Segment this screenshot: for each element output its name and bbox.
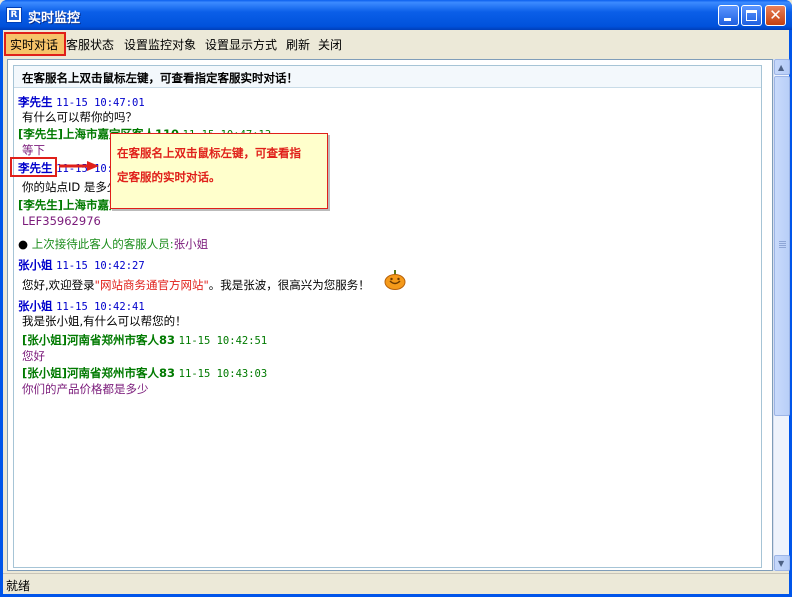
menu-bar: 实时对话 客服状态 设置监控对象 设置显示方式 刷新 关闭 — [3, 30, 789, 57]
message-text: LEF35962976 — [22, 214, 101, 228]
agent-name[interactable]: 张小姐 — [18, 258, 53, 272]
tooltip-line: 定客服的实时对话。 — [117, 170, 221, 184]
message-text: 等下 — [22, 143, 45, 157]
minimize-button[interactable] — [718, 5, 739, 26]
vertical-scrollbar[interactable]: ▲ ▼ — [773, 59, 790, 571]
message-header: [张小姐]河南省郑州市客人83 11-15 10:43:03 — [22, 365, 267, 381]
agent-name[interactable]: 李先生 — [18, 95, 53, 109]
message-header: 张小姐 11-15 10:42:27 — [18, 257, 145, 273]
scroll-thumb[interactable] — [774, 76, 790, 416]
site-name-link[interactable]: "网站商务通官方网站" — [95, 278, 209, 292]
chevron-up-icon: ▲ — [778, 63, 785, 72]
menu-item-agent-status[interactable]: 客服状态 — [66, 36, 114, 52]
close-button[interactable]: ✕ — [765, 5, 786, 26]
maximize-button[interactable] — [741, 5, 762, 26]
message-header: [张小姐]河南省郑州市客人83 11-15 10:42:51 — [22, 332, 267, 348]
message-header: 李先生 11-15 10:47:01 — [18, 94, 145, 110]
timestamp: 11-15 10:42:27 — [56, 260, 145, 272]
message-text-part: 您好,欢迎登录 — [22, 278, 95, 292]
main-window: R 实时监控 ✕ 实时对话 客服状态 设置监控对象 设置显示方式 刷新 关闭 在… — [0, 0, 792, 597]
message-text: 你们的产品价格都是多少 — [22, 382, 149, 396]
pumpkin-emoticon-icon — [384, 270, 406, 290]
timestamp: 11-15 10:43:03 — [178, 368, 268, 380]
scroll-down-button[interactable]: ▼ — [774, 555, 790, 571]
title-bar[interactable]: R 实时监控 ✕ — [0, 0, 792, 30]
bullet-icon: ● — [18, 237, 29, 251]
menu-item-close[interactable]: 关闭 — [318, 36, 342, 52]
menu-item-refresh[interactable]: 刷新 — [286, 36, 310, 52]
message-text: 有什么可以帮你的吗？ — [22, 110, 137, 124]
tooltip-line: 在客服名上双击鼠标左键，可查看指 — [117, 146, 301, 160]
menu-item-set-monitor-target[interactable]: 设置监控对象 — [124, 36, 196, 52]
scroll-up-button[interactable]: ▲ — [774, 59, 790, 75]
menu-item-realtime-chat[interactable]: 实时对话 — [10, 36, 58, 52]
timestamp: 11-15 10:42:41 — [56, 301, 145, 313]
message-text: 你的站点ID 是多少 — [22, 180, 119, 194]
window-body: 实时对话 客服状态 设置监控对象 设置显示方式 刷新 关闭 在客服名上双击鼠标左… — [3, 30, 790, 594]
previous-agent-note: ● 上次接待此客人的客服人员:张小姐 — [18, 236, 208, 252]
agent-name[interactable]: 张小姐 — [18, 299, 53, 313]
previous-agent-label: 上次接待此客人的客服人员: — [31, 237, 174, 251]
previous-agent-name: 张小姐 — [173, 237, 209, 251]
callout-tooltip: 在客服名上双击鼠标左键，可查看指 定客服的实时对话。 — [110, 133, 328, 209]
visitor-name[interactable]: [张小姐]河南省郑州市客人83 — [22, 333, 175, 347]
chevron-down-icon: ▼ — [778, 559, 785, 568]
notice-banner: 在客服名上双击鼠标左键，可查看指定客服实时对话！ — [14, 66, 761, 88]
close-icon: ✕ — [769, 6, 782, 24]
message-text: 您好,欢迎登录"网站商务通官方网站"。我是张波，很高兴为您服务！ — [22, 277, 370, 293]
status-bar: 就绪 — [3, 573, 789, 594]
message-text: 您好 — [22, 349, 45, 363]
message-text-part: 。我是张波，很高兴为您服务！ — [208, 278, 370, 292]
minimize-icon — [724, 18, 731, 21]
window-title: 实时监控 — [28, 11, 81, 26]
agent-name-highlight — [10, 157, 57, 177]
maximize-icon — [746, 10, 757, 21]
timestamp: 11-15 10:42:51 — [178, 335, 268, 347]
app-logo-icon: R — [6, 7, 22, 23]
visitor-name[interactable]: [张小姐]河南省郑州市客人83 — [22, 366, 175, 380]
timestamp: 11-15 10:47:01 — [56, 97, 145, 109]
arrow-right-icon — [59, 161, 99, 171]
status-text: 就绪 — [6, 579, 31, 593]
message-text: 我是张小姐,有什么可以帮您的！ — [22, 314, 187, 328]
message-header: 张小姐 11-15 10:42:41 — [18, 298, 145, 314]
menu-item-set-display-mode[interactable]: 设置显示方式 — [205, 36, 277, 52]
